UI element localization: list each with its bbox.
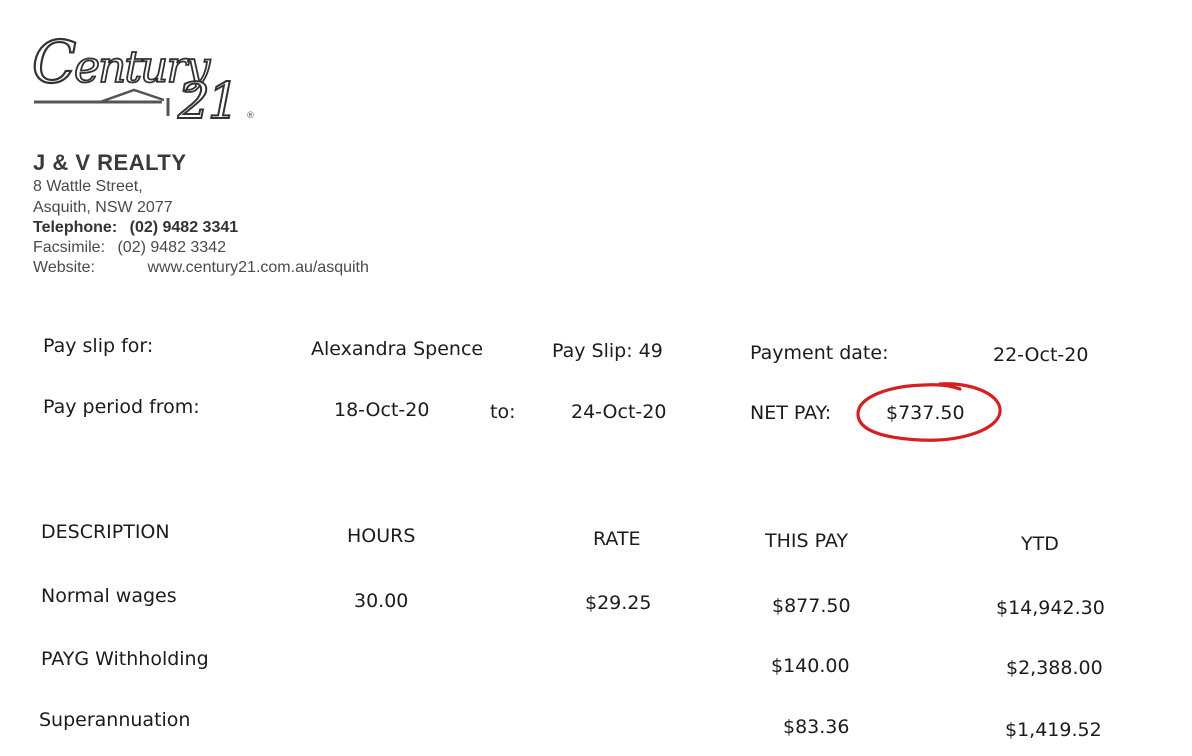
payment-date-label: Payment date: [750, 342, 889, 364]
header-hours: HOURS [347, 525, 416, 547]
header-ytd: YTD [1021, 533, 1059, 555]
header-description: DESCRIPTION [41, 521, 170, 543]
pay-period-to-label: to: [490, 401, 516, 423]
net-pay-label: NET PAY: [750, 402, 832, 424]
net-pay-annotation-circle [856, 382, 1002, 442]
svg-text:C: C [32, 28, 76, 96]
employee-name: Alexandra Spence [311, 338, 484, 360]
website-value: www.century21.com.au/asquith [147, 259, 369, 276]
row-1-ytd: $14,942.30 [996, 597, 1105, 619]
header-rate: RATE [593, 528, 641, 550]
pay-slip-number: Pay Slip: 49 [552, 340, 663, 362]
telephone-label: Telephone: [33, 219, 118, 236]
facsimile-row: Facsimile: (02) 9482 3342 [33, 238, 369, 258]
company-info: J & V REALTY 8 Wattle Street, Asquith, N… [33, 150, 369, 278]
row-1-description: Normal wages [41, 585, 177, 607]
website-label: Website: [33, 259, 95, 276]
facsimile-label: Facsimile: [33, 239, 106, 256]
header-this-pay: THIS PAY [765, 530, 848, 552]
row-3-ytd: $1,419.52 [1005, 719, 1102, 741]
pay-slip-for-label: Pay slip for: [43, 335, 154, 357]
website-row: Website: www.century21.com.au/asquith [33, 258, 369, 278]
pay-period-from: 18-Oct-20 [334, 399, 430, 421]
row-2-description: PAYG Withholding [41, 648, 209, 670]
company-name: J & V REALTY [33, 150, 187, 175]
svg-text:®: ® [246, 111, 255, 121]
address-line-1: 8 Wattle Street, [33, 178, 143, 195]
address-line-2: Asquith, NSW 2077 [33, 199, 173, 216]
payment-date-value: 22-Oct-20 [993, 344, 1089, 366]
svg-text:21: 21 [177, 72, 238, 125]
telephone-value: (02) 9482 3341 [129, 219, 239, 236]
century21-logo: C entury 21 ® [31, 27, 255, 125]
row-1-rate: $29.25 [585, 592, 652, 614]
row-1-this-pay: $877.50 [772, 595, 851, 617]
row-1-hours: 30.00 [354, 590, 409, 612]
telephone-row: Telephone: (02) 9482 3341 [33, 218, 369, 238]
facsimile-value: (02) 9482 3342 [117, 239, 226, 256]
row-3-this-pay: $83.36 [783, 716, 850, 738]
row-2-ytd: $2,388.00 [1006, 657, 1103, 679]
row-2-this-pay: $140.00 [771, 655, 850, 677]
row-3-description: Superannuation [39, 709, 191, 731]
pay-period-to: 24-Oct-20 [571, 401, 667, 423]
pay-period-label: Pay period from: [43, 396, 200, 418]
